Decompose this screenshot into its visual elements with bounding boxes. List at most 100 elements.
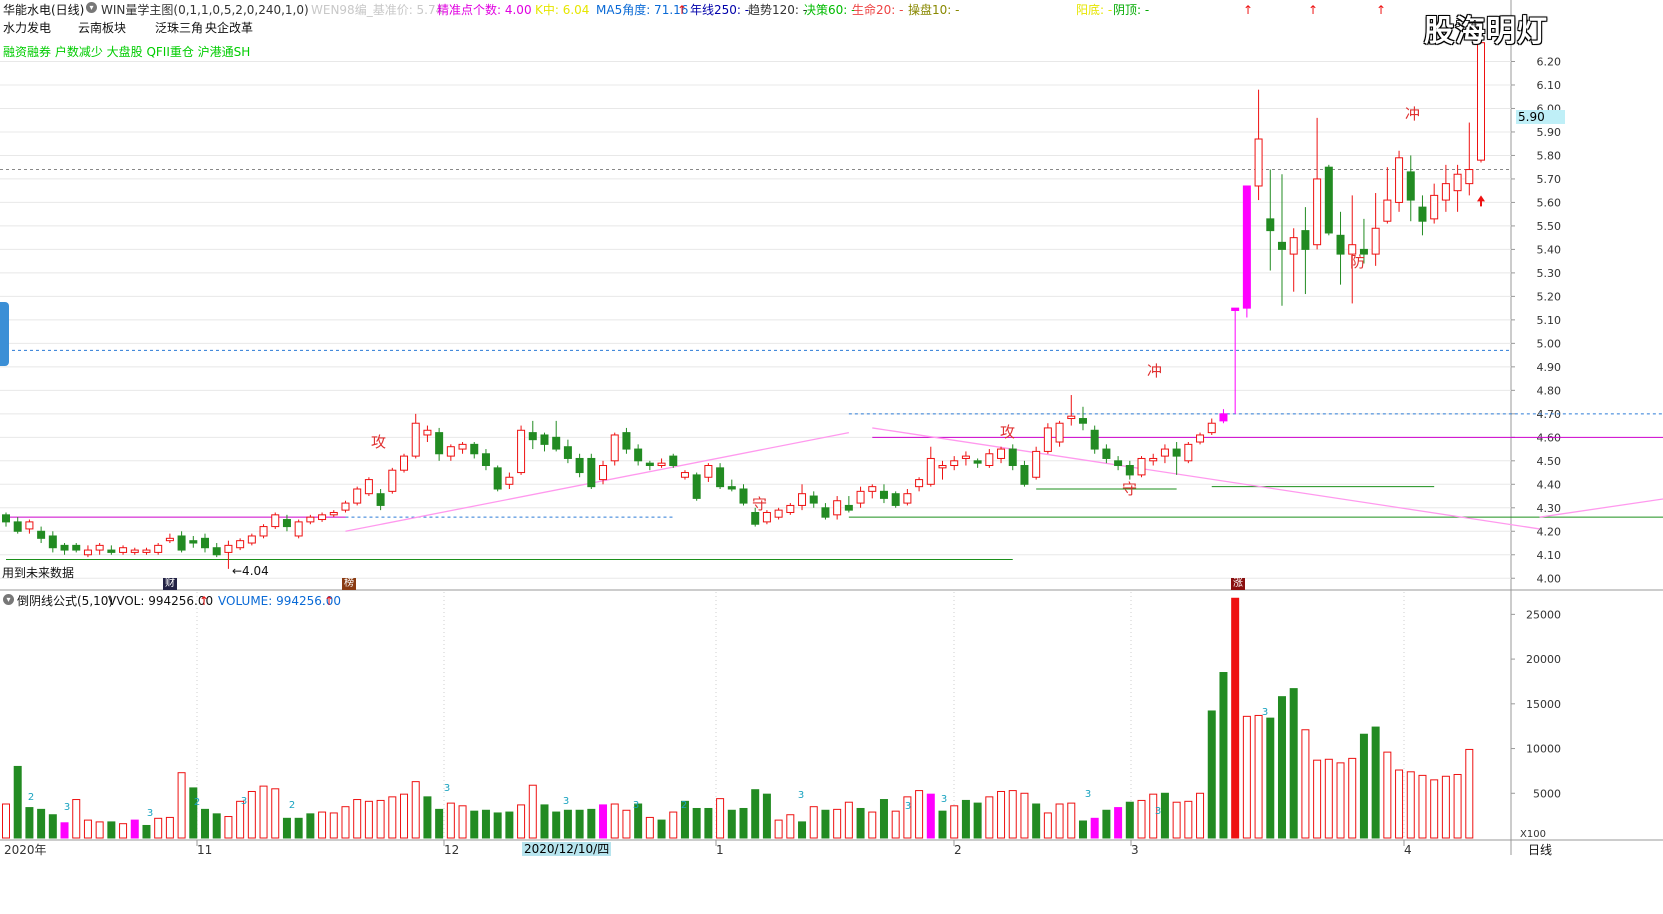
marker-bang[interactable]: 榜 bbox=[342, 578, 356, 590]
volume-bar bbox=[411, 781, 420, 839]
volume-bar bbox=[282, 817, 291, 839]
candle-body bbox=[879, 490, 888, 499]
volume-bar bbox=[247, 790, 256, 839]
candle-body bbox=[306, 516, 315, 523]
volume-signal-label: 3 bbox=[798, 790, 804, 801]
volume-bar bbox=[1254, 714, 1263, 839]
side-panel-toggle[interactable] bbox=[0, 302, 9, 366]
tag-hydro[interactable]: 水力发电 bbox=[3, 21, 51, 35]
price-tick-label: 5.60 bbox=[1537, 196, 1562, 209]
volume-bar bbox=[95, 821, 104, 839]
price-tick-label: 4.10 bbox=[1537, 549, 1562, 562]
volume-tick-label: 15000 bbox=[1526, 698, 1561, 711]
candle-body bbox=[517, 429, 526, 474]
volume-bar bbox=[879, 799, 888, 839]
top-signal-arrow: ↑ bbox=[1243, 3, 1253, 17]
price-tick-label: 4.90 bbox=[1537, 361, 1562, 374]
candle-body bbox=[446, 446, 455, 457]
volume-bar bbox=[1078, 820, 1087, 839]
candle-body bbox=[1406, 171, 1415, 201]
volume-bar bbox=[1324, 758, 1333, 839]
candle-body bbox=[1078, 418, 1087, 424]
indicator-item: 阴顶: - bbox=[1113, 3, 1150, 17]
guard-label: 防 bbox=[1350, 253, 1366, 271]
volume-bar bbox=[622, 809, 631, 839]
candle-body bbox=[458, 443, 467, 450]
candle-body bbox=[376, 493, 385, 506]
volume-bar bbox=[1043, 812, 1052, 839]
indicator-item: 趋势120: - bbox=[748, 3, 808, 17]
candle-body bbox=[142, 549, 151, 553]
volume-formula[interactable]: 倒阴线公式(5,10) bbox=[17, 594, 113, 608]
candle-body bbox=[692, 474, 701, 499]
stock-title[interactable]: 华能水电(日线) bbox=[3, 3, 84, 17]
marker-zhang[interactable]: 涨 bbox=[1231, 578, 1245, 590]
candle-body bbox=[318, 514, 327, 521]
candle-body bbox=[341, 502, 350, 511]
volume-bar bbox=[271, 788, 280, 839]
volume-bar bbox=[1266, 717, 1275, 839]
candle-body bbox=[1242, 185, 1251, 309]
volume-signal-label: 3 bbox=[563, 796, 569, 807]
volume-bar bbox=[259, 785, 268, 839]
formula-dropdown-icon[interactable]: ▾ bbox=[86, 2, 97, 13]
volume-bar bbox=[107, 821, 116, 839]
candle-body bbox=[353, 488, 362, 504]
candle-body bbox=[1453, 173, 1462, 192]
volume-tick-label: 25000 bbox=[1526, 608, 1561, 621]
candle-body bbox=[985, 453, 994, 467]
price-tick-label: 5.80 bbox=[1537, 149, 1562, 162]
volume-bar bbox=[470, 810, 479, 839]
volume-bar bbox=[318, 811, 327, 839]
volume-bar bbox=[856, 807, 865, 839]
volume-bar bbox=[751, 789, 760, 839]
volume-bar bbox=[587, 808, 596, 839]
volume-bar bbox=[774, 819, 783, 839]
indicator-item: WEN98编_基准价: 5.74 bbox=[311, 3, 444, 17]
volume-bar bbox=[669, 811, 678, 839]
marker-finance[interactable]: 财 bbox=[163, 578, 177, 590]
volume-signal-label: 2 bbox=[289, 800, 295, 811]
volume-bar bbox=[821, 809, 830, 839]
volume-bar bbox=[481, 809, 490, 839]
volume-bar bbox=[353, 799, 362, 839]
candle-body bbox=[739, 488, 748, 504]
candle-body bbox=[774, 509, 783, 518]
volume-bar bbox=[645, 816, 654, 839]
x-label-jan: 1 bbox=[716, 843, 724, 857]
candle-body bbox=[107, 549, 116, 553]
tag-soe-reform[interactable]: 央企改革 bbox=[205, 21, 253, 35]
candle-body bbox=[282, 519, 291, 528]
candle-body bbox=[622, 432, 631, 450]
candle-body bbox=[259, 526, 268, 537]
indicator-item: 精准点个数: 4.00 bbox=[437, 3, 532, 17]
candle-body bbox=[540, 434, 549, 445]
price-tick-label: 4.00 bbox=[1537, 572, 1562, 585]
candle-body bbox=[1219, 413, 1228, 422]
candle-body bbox=[1008, 448, 1017, 467]
volume-bar bbox=[1125, 801, 1134, 839]
low-price-label: ←4.04 bbox=[232, 564, 269, 578]
chart-canvas[interactable]: 4.004.104.204.304.404.504.604.704.804.90… bbox=[0, 0, 1663, 910]
price-tick-label: 6.20 bbox=[1537, 55, 1562, 68]
candle-body bbox=[1266, 218, 1275, 232]
period-mode[interactable]: 日线 bbox=[1528, 843, 1552, 857]
volume-bar bbox=[1418, 774, 1427, 839]
price-tick-label: 5.70 bbox=[1537, 173, 1562, 186]
volume-bar bbox=[376, 799, 385, 839]
main-formula[interactable]: WIN量学主图(0,1,1,0,5,2,0,240,1,0) bbox=[101, 3, 309, 17]
tag-pan-pearl[interactable]: 泛珠三角 bbox=[155, 21, 203, 35]
volume-bar bbox=[189, 787, 198, 839]
candle-body bbox=[1055, 422, 1064, 443]
volume-formula-icon[interactable]: ▾ bbox=[3, 594, 14, 605]
volume-signal-label: 3 bbox=[941, 794, 947, 805]
volume-bar bbox=[493, 812, 502, 839]
candle-body bbox=[1020, 465, 1029, 485]
volume-bar bbox=[1383, 751, 1392, 839]
volume-tick-label: 20000 bbox=[1526, 653, 1561, 666]
volume-bar bbox=[1231, 597, 1240, 839]
tag-yunnan[interactable]: 云南板块 bbox=[78, 21, 126, 35]
candle-body bbox=[704, 465, 713, 478]
candle-body bbox=[1125, 465, 1134, 476]
volume-bar bbox=[1359, 733, 1368, 839]
